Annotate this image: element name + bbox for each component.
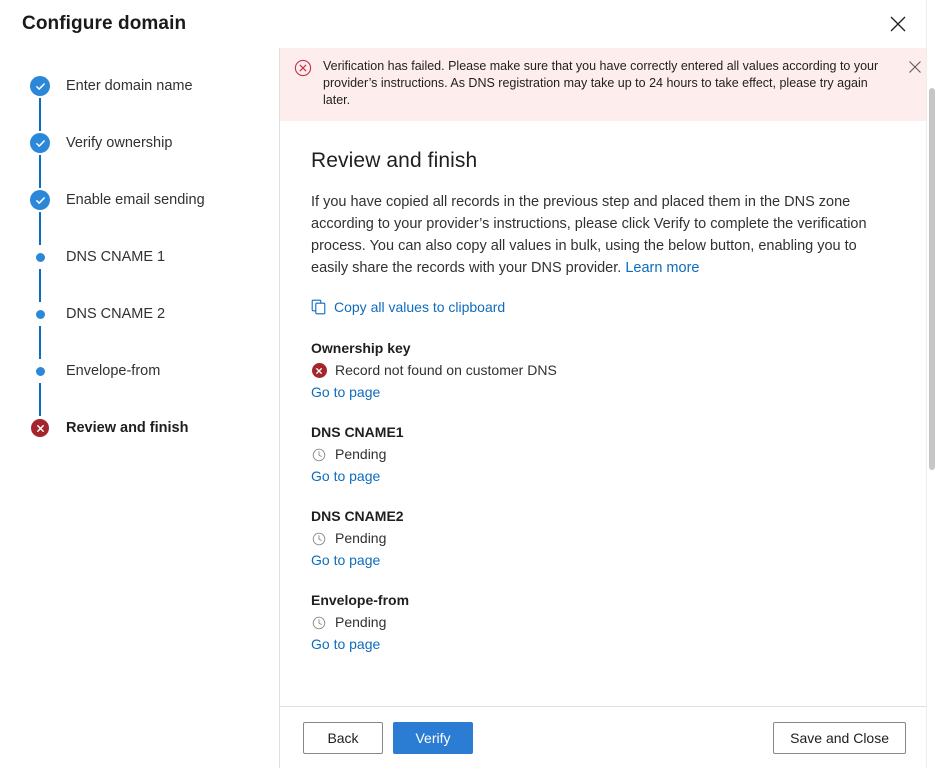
back-button[interactable]: Back xyxy=(303,722,383,754)
step-status-dot-icon xyxy=(30,247,50,267)
wizard-step-list: Enter domain name Verify ownership xyxy=(0,76,279,475)
record-status-text: Record not found on customer DNS xyxy=(335,361,557,380)
dismiss-message-close-icon[interactable] xyxy=(908,60,924,76)
record-status-text: Pending xyxy=(335,445,386,464)
record-status-row: Pending xyxy=(311,445,894,464)
record-status-item: Envelope-from Pending Go to page xyxy=(311,591,894,654)
sidebar-item-dns-cname-1[interactable]: DNS CNAME 1 xyxy=(0,247,279,304)
footer-right-actions: Save and Close xyxy=(773,722,906,754)
panel-description-text: If you have copied all records in the pr… xyxy=(311,194,867,276)
record-status-item: Ownership key Record not found on custom… xyxy=(311,339,894,402)
go-to-page-link[interactable]: Go to page xyxy=(311,467,380,486)
review-and-finish-panel: Review and finish If you have copied all… xyxy=(280,121,936,695)
sidebar-item-label: DNS CNAME 2 xyxy=(66,304,165,324)
step-status-error-icon xyxy=(30,418,50,438)
page-title: Configure domain xyxy=(22,13,186,35)
page-scrollbar-thumb[interactable] xyxy=(929,88,935,470)
content-pane: Verification has failed. Please make sur… xyxy=(280,48,936,768)
sidebar-item-enter-domain-name[interactable]: Enter domain name xyxy=(0,76,279,133)
dialog-body: Enter domain name Verify ownership xyxy=(0,48,936,768)
sidebar-item-enable-email-sending[interactable]: Enable email sending xyxy=(0,190,279,247)
page-scrollbar[interactable] xyxy=(926,0,936,768)
go-to-page-link[interactable]: Go to page xyxy=(311,383,380,402)
sidebar-item-review-and-finish[interactable]: Review and finish xyxy=(0,418,279,475)
record-name: DNS CNAME2 xyxy=(311,507,894,525)
record-status-row: Pending xyxy=(311,613,894,632)
sidebar-item-label: Enable email sending xyxy=(66,190,205,210)
sidebar-item-label: Review and finish xyxy=(66,418,188,438)
sidebar-item-label: Enter domain name xyxy=(66,76,193,96)
dialog-footer: Back Verify Save and Close xyxy=(280,706,936,768)
record-status-row: Record not found on customer DNS xyxy=(311,361,894,380)
step-status-dot-icon xyxy=(30,361,50,381)
step-status-dot-icon xyxy=(30,304,50,324)
close-icon[interactable] xyxy=(882,8,914,40)
record-status-text: Pending xyxy=(335,529,386,548)
clock-icon xyxy=(311,615,327,631)
clock-icon xyxy=(311,447,327,463)
step-connector xyxy=(39,326,41,359)
step-connector xyxy=(39,155,41,188)
learn-more-link[interactable]: Learn more xyxy=(625,260,699,276)
step-status-check-icon xyxy=(30,190,50,210)
record-status-text: Pending xyxy=(335,613,386,632)
dialog-titlebar: Configure domain xyxy=(0,0,936,48)
error-filled-icon xyxy=(311,363,327,379)
record-status-row: Pending xyxy=(311,529,894,548)
error-message-text: Verification has failed. Please make sur… xyxy=(312,58,908,109)
clock-icon xyxy=(311,531,327,547)
record-name: Envelope-from xyxy=(311,591,894,609)
panel-description: If you have copied all records in the pr… xyxy=(311,191,891,279)
step-connector xyxy=(39,383,41,416)
sidebar-item-label: Envelope-from xyxy=(66,361,160,381)
wizard-sidebar: Enter domain name Verify ownership xyxy=(0,48,280,768)
content-scroll-area: Verification has failed. Please make sur… xyxy=(280,48,936,706)
sidebar-item-label: Verify ownership xyxy=(66,133,172,153)
record-name: DNS CNAME1 xyxy=(311,423,894,441)
record-status-item: DNS CNAME2 Pending Go to page xyxy=(311,507,894,570)
sidebar-item-label: DNS CNAME 1 xyxy=(66,247,165,267)
go-to-page-link[interactable]: Go to page xyxy=(311,635,380,654)
footer-left-actions: Back Verify xyxy=(303,722,473,754)
copy-all-values-button[interactable]: Copy all values to clipboard xyxy=(311,299,894,315)
go-to-page-link[interactable]: Go to page xyxy=(311,551,380,570)
copy-all-values-label: Copy all values to clipboard xyxy=(334,299,505,315)
panel-heading: Review and finish xyxy=(311,149,894,173)
step-connector xyxy=(39,269,41,302)
record-name: Ownership key xyxy=(311,339,894,357)
verify-button[interactable]: Verify xyxy=(393,722,473,754)
sidebar-item-verify-ownership[interactable]: Verify ownership xyxy=(0,133,279,190)
save-and-close-button[interactable]: Save and Close xyxy=(773,722,906,754)
sidebar-item-envelope-from[interactable]: Envelope-from xyxy=(0,361,279,418)
copy-icon xyxy=(311,299,327,315)
step-status-check-icon xyxy=(30,76,50,96)
record-status-item: DNS CNAME1 Pending Go to page xyxy=(311,423,894,486)
step-connector xyxy=(39,98,41,131)
error-message-bar: Verification has failed. Please make sur… xyxy=(280,48,936,121)
sidebar-item-dns-cname-2[interactable]: DNS CNAME 2 xyxy=(0,304,279,361)
step-status-check-icon xyxy=(30,133,50,153)
error-circle-icon xyxy=(294,59,312,77)
configure-domain-dialog: Configure domain xyxy=(0,0,936,768)
step-connector xyxy=(39,212,41,245)
